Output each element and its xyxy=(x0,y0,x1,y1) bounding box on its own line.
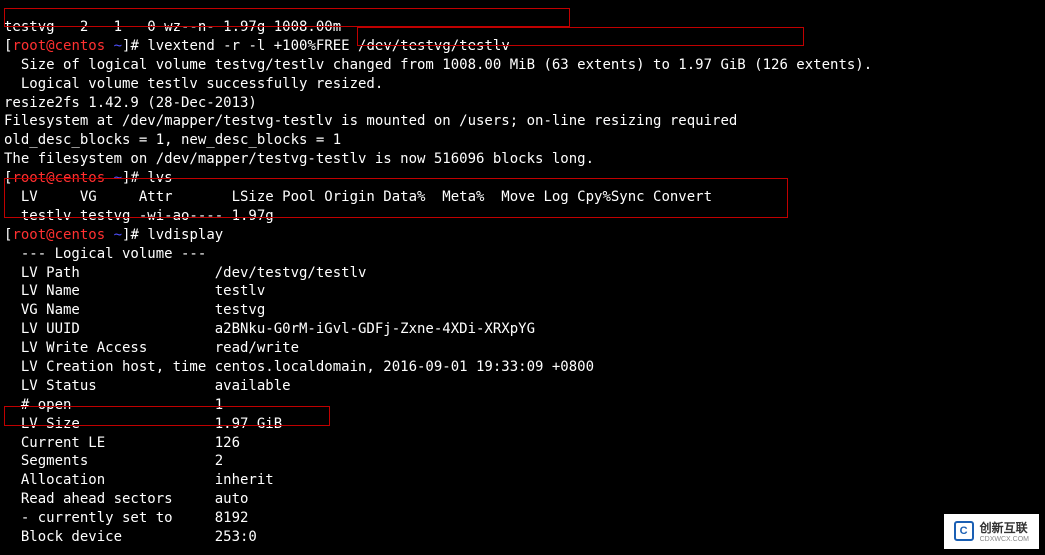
watermark: C 创新互联 CDXWCX.COM xyxy=(944,514,1039,549)
watermark-logo-icon: C xyxy=(954,521,974,541)
watermark-text: 创新互联 xyxy=(980,521,1028,535)
terminal-output: testvg 2 1 0 wz--n- 1.97g 1008.00m[root@… xyxy=(4,18,1041,547)
watermark-sub: CDXWCX.COM xyxy=(980,536,1029,543)
